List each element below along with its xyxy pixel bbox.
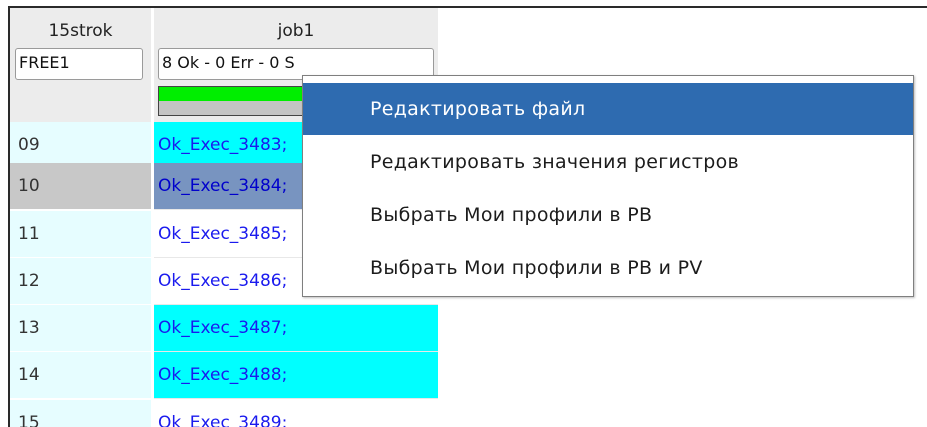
job-cell[interactable]: Ok_Exec_3489; [154,400,438,427]
row-number: 15 [10,400,151,427]
row-number: 10 [10,163,151,209]
row-number: 14 [10,352,151,398]
menu-item-select-profiles-pb[interactable]: Выбрать Мои профили в PB [303,189,913,241]
menu-item-edit-file[interactable]: Редактировать файл [303,83,913,135]
job-cell[interactable]: Ok_Exec_3488; [154,352,438,399]
table-row[interactable]: 14 Ok_Exec_3488; [10,352,440,399]
row-number: 12 [10,258,151,304]
row-number: 09 [10,122,151,168]
menu-item-select-profiles-pb-pv[interactable]: Выбрать Мои профили в PB и PV [303,242,913,294]
menu-item-edit-register-values[interactable]: Редактировать значения регистров [303,136,913,188]
column-header-15strok: 15strok FREE1 [10,8,151,128]
job-cell[interactable]: Ok_Exec_3487; [154,305,438,352]
column-title: 15strok [48,21,113,41]
context-menu: Редактировать файл Редактировать значени… [302,75,914,297]
job-grid-panel: 15strok FREE1 job1 8 Ok - 0 Err - 0 S 09… [8,6,927,427]
column-filter-field[interactable]: FREE1 [15,48,143,80]
table-row[interactable]: 15 Ok_Exec_3489; [10,400,440,427]
row-number: 13 [10,305,151,351]
row-number: 11 [10,211,151,257]
progress-fill [159,87,324,101]
column-title: job1 [277,21,315,41]
table-row[interactable]: 13 Ok_Exec_3487; [10,305,440,352]
